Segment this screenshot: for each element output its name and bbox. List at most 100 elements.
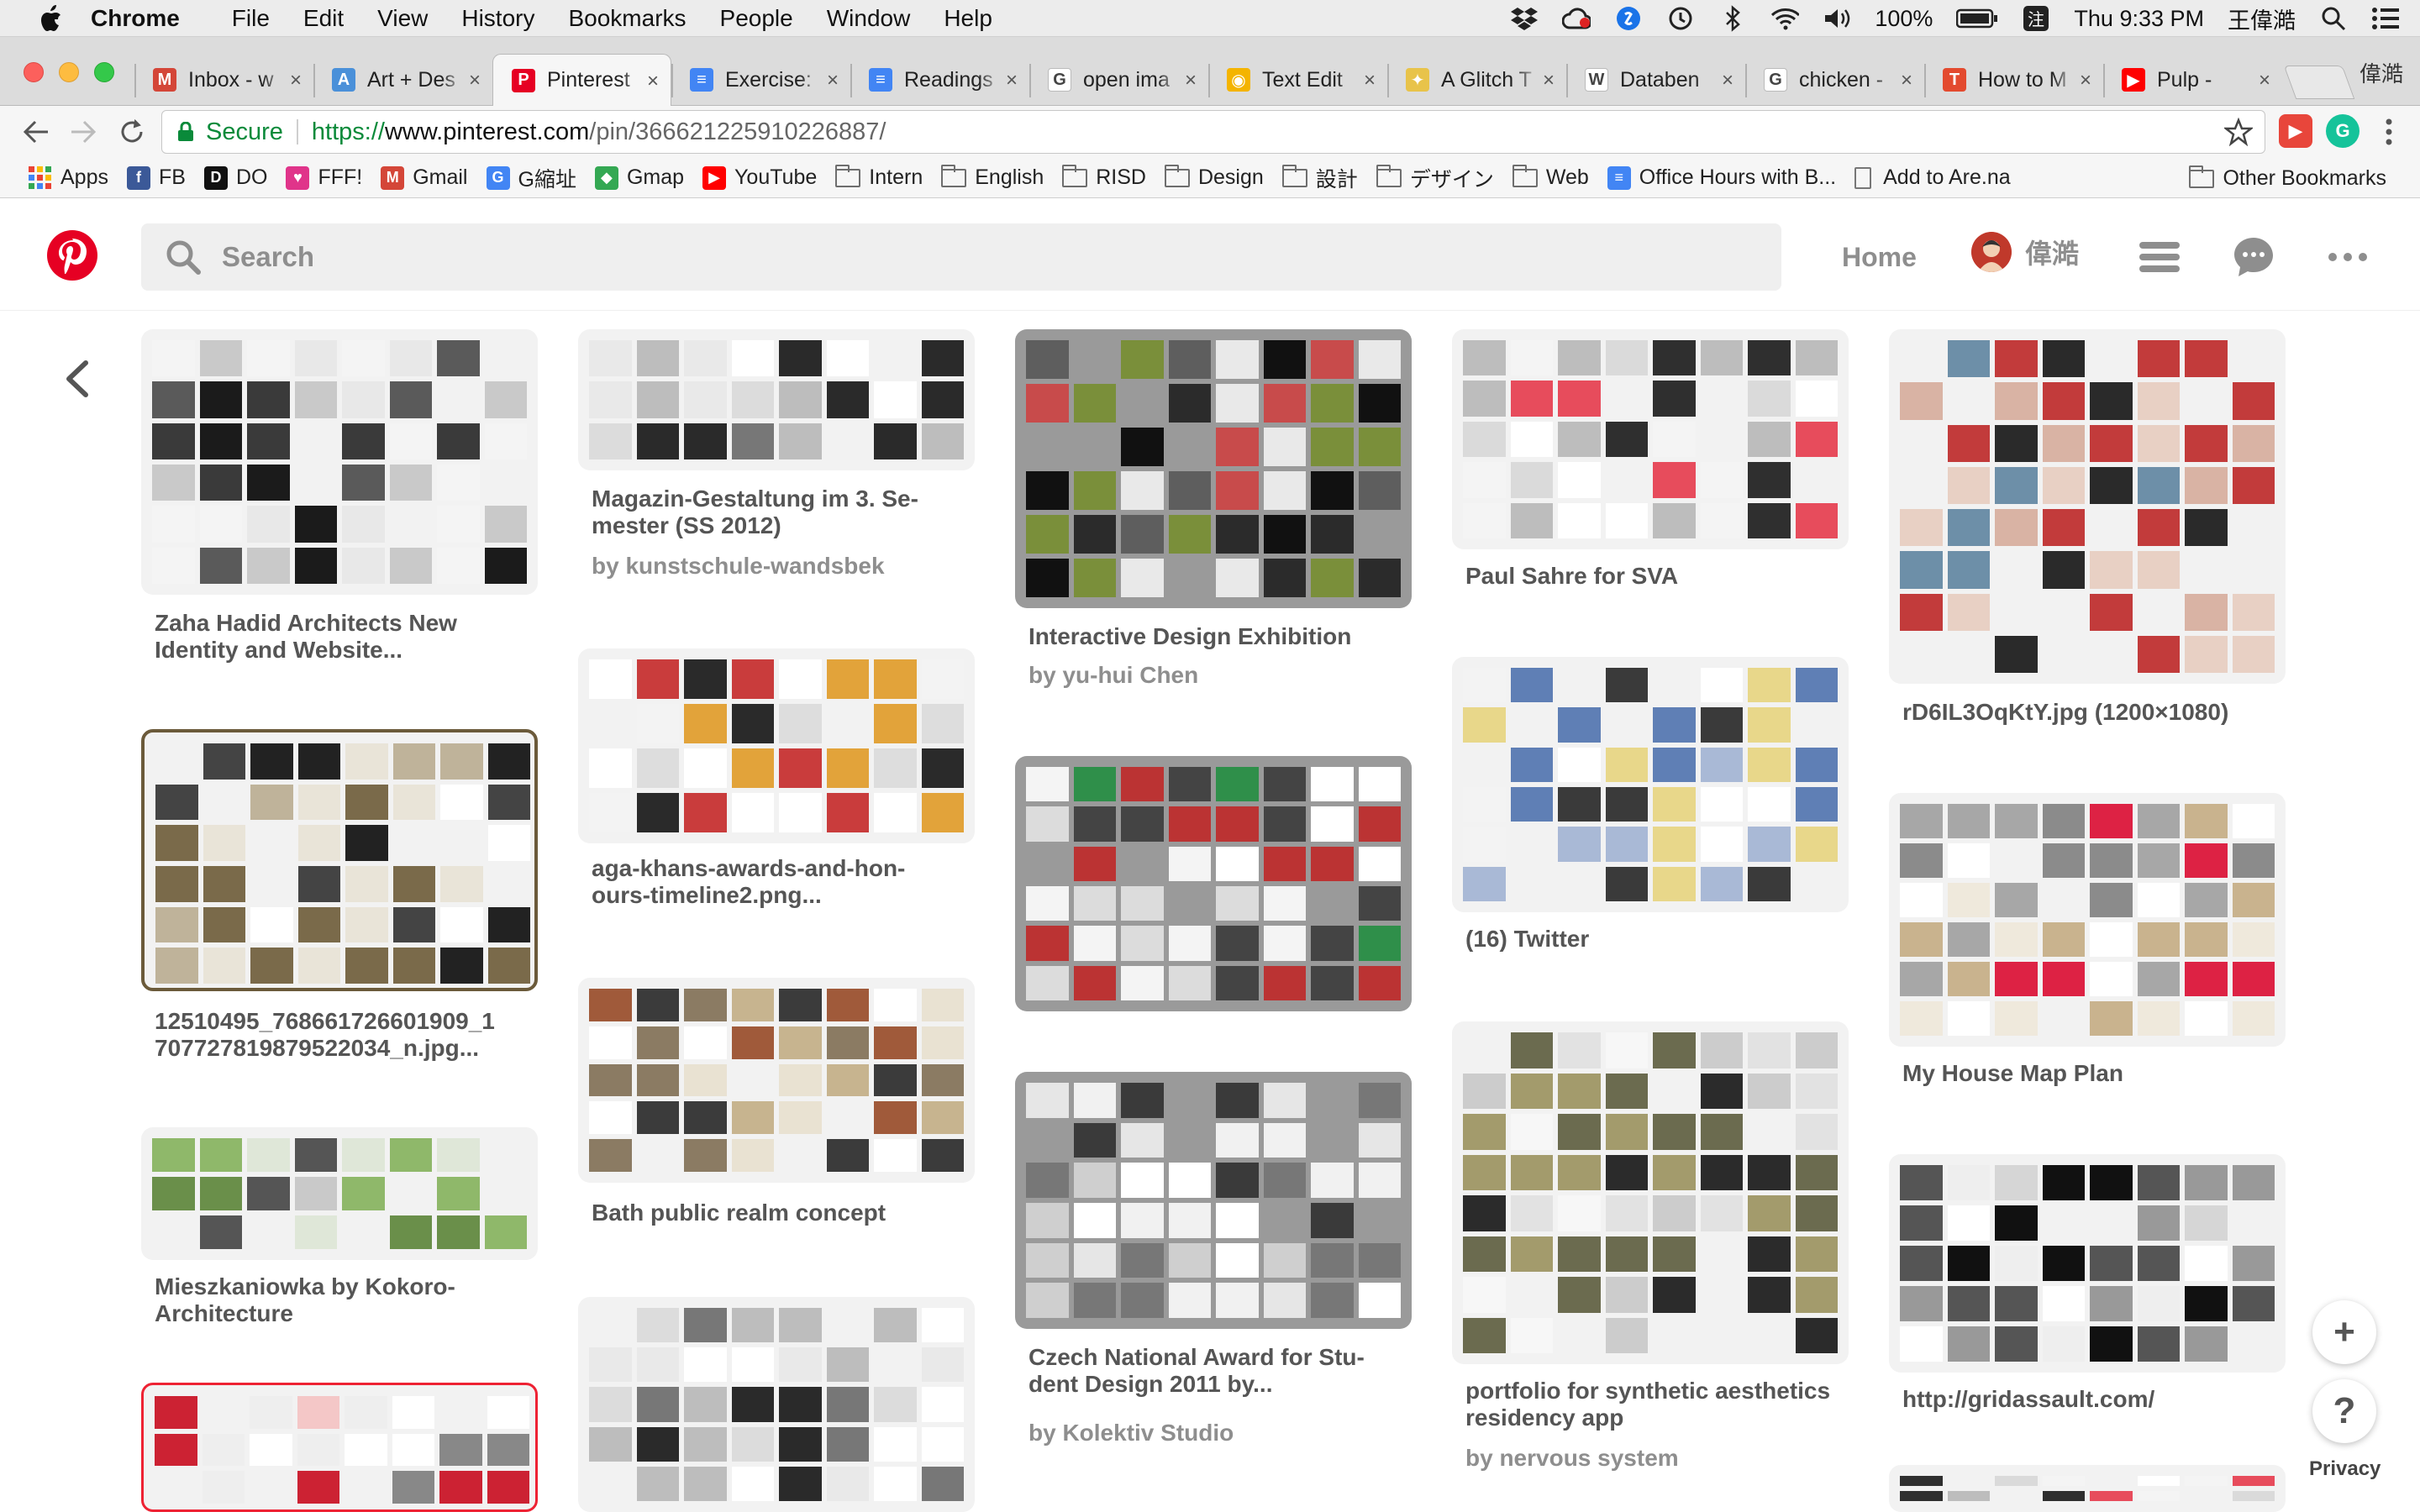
pin-title[interactable]: Mieszkaniowka by Kokoro- Architecture	[155, 1273, 455, 1327]
pin-image[interactable]	[1452, 657, 1849, 912]
battery-icon[interactable]	[1956, 4, 1998, 33]
tab-close-icon[interactable]: ×	[2080, 69, 2091, 92]
apple-menu-icon[interactable]	[35, 3, 66, 34]
chrome-menu-icon[interactable]	[2370, 113, 2408, 151]
tab-10[interactable]: T How to M ×	[1924, 54, 2103, 106]
bookmark-9[interactable]: English	[941, 164, 1044, 190]
profile-link[interactable]: 偉澔	[1971, 232, 2079, 272]
menu-window[interactable]: Window	[827, 5, 911, 32]
messages-icon[interactable]	[2232, 235, 2275, 279]
tab-close-icon[interactable]: ×	[1185, 69, 1197, 92]
tab-8[interactable]: W Databen ×	[1566, 54, 1745, 106]
pin-image[interactable]	[141, 1127, 538, 1260]
bookmark-6[interactable]: ◆ Gmap	[594, 165, 684, 190]
bookmark-7[interactable]: ▶ YouTube	[702, 165, 817, 190]
pin-image[interactable]	[1015, 329, 1412, 608]
extension-red-icon[interactable]: ▶	[2279, 114, 2312, 148]
tab-4[interactable]: ≡ Readings ×	[850, 54, 1029, 106]
bookmark-13[interactable]: デザイン	[1376, 163, 1494, 193]
pin-image[interactable]	[578, 648, 975, 843]
tab-1[interactable]: A Art + Des ×	[313, 54, 492, 106]
tab-5[interactable]: Gopen ima ×	[1029, 54, 1208, 106]
new-tab-button[interactable]	[2283, 66, 2355, 99]
tab-close-icon[interactable]: ×	[1364, 69, 1376, 92]
reload-button[interactable]	[113, 113, 151, 151]
pin-title[interactable]: 12510495_768661726601909_1 7077278198795…	[155, 1008, 495, 1062]
menubar-clock[interactable]: Thu 9:33 PM	[2074, 6, 2204, 32]
menu-people[interactable]: People	[720, 5, 793, 32]
tab-close-icon[interactable]: ×	[469, 69, 481, 92]
bookmark-8[interactable]: Intern	[835, 164, 923, 190]
pin-title[interactable]: (16) Twitter	[1465, 926, 1589, 953]
spotlight-search-icon[interactable]	[2319, 4, 2348, 33]
pin-image[interactable]	[1889, 1154, 2286, 1373]
tab-6[interactable]: ◉ Text Edit ×	[1208, 54, 1387, 106]
bookmark-11[interactable]: Design	[1164, 164, 1264, 190]
menu-file[interactable]: File	[232, 5, 270, 32]
window-zoom-button[interactable]	[94, 62, 114, 82]
add-pin-button[interactable]: +	[2312, 1300, 2376, 1364]
tab-close-icon[interactable]: ×	[1901, 69, 1912, 92]
bookmark-10[interactable]: RISD	[1062, 164, 1146, 190]
search-input[interactable]	[222, 241, 1650, 273]
help-button[interactable]: ?	[2312, 1379, 2376, 1443]
tab-close-icon[interactable]: ×	[1543, 69, 1555, 92]
window-close-button[interactable]	[24, 62, 44, 82]
pin-title[interactable]: portfolio for synthetic aesthetics resid…	[1465, 1378, 1830, 1431]
pin-title[interactable]: Magazin-Gestaltung im 3. Se- mester (SS …	[592, 486, 918, 539]
pin-image[interactable]	[141, 729, 538, 991]
bookmark-3[interactable]: ♥ FFF!	[286, 165, 362, 190]
tab-close-icon[interactable]: ×	[290, 69, 302, 92]
pin-title[interactable]: My House Map Plan	[1902, 1060, 2123, 1087]
tab-close-icon[interactable]: ×	[827, 69, 839, 92]
pin-image[interactable]	[1015, 1072, 1412, 1329]
search-bar[interactable]	[141, 223, 1781, 291]
menubar-user[interactable]: 王偉澔	[2228, 3, 2296, 35]
bookmark-15[interactable]: ≡ Office Hours with B...	[1607, 165, 1836, 190]
bookmark-1[interactable]: f FB	[126, 165, 186, 190]
notification-center-icon[interactable]	[2371, 4, 2400, 33]
pin-image[interactable]	[578, 978, 975, 1183]
shazam-icon[interactable]	[1614, 4, 1643, 33]
pin-attribution[interactable]: by nervous system	[1465, 1445, 1679, 1472]
pin-title[interactable]: aga-khans-awards-and-hon- ours-timeline2…	[592, 855, 905, 909]
pin-image[interactable]	[1452, 329, 1849, 549]
pin-image[interactable]	[1452, 1021, 1849, 1364]
pin-title[interactable]: rD6IL3OqKtY.jpg (1200×1080)	[1902, 699, 2228, 726]
pin-image[interactable]	[578, 1297, 975, 1512]
pin-image[interactable]	[141, 1383, 538, 1512]
pin-title[interactable]: Czech National Award for Stu- dent Desig…	[1028, 1344, 1365, 1398]
bookmark-12[interactable]: 設計	[1281, 163, 1358, 193]
pin-attribution[interactable]: by yu-hui Chen	[1028, 662, 1198, 689]
pinterest-logo-icon[interactable]	[47, 230, 97, 281]
wifi-icon[interactable]	[1770, 4, 1800, 33]
bookmark-14[interactable]: Web	[1512, 164, 1589, 190]
address-bar[interactable]: Secure https:// www.pinterest.com /pin/3…	[161, 110, 2265, 154]
profile-name[interactable]: 偉澔	[2360, 57, 2403, 88]
pin-title[interactable]: Zaha Hadid Architects New Identity and W…	[155, 610, 457, 664]
pin-image[interactable]	[1889, 793, 2286, 1047]
app-menu[interactable]: Chrome	[91, 5, 180, 32]
input-method-icon[interactable]: 注	[2022, 4, 2050, 33]
bluetooth-icon[interactable]	[1718, 4, 1747, 33]
forward-button[interactable]	[64, 113, 103, 151]
tab-0[interactable]: M Inbox - w ×	[134, 54, 313, 106]
home-link[interactable]: Home	[1842, 242, 1917, 273]
tab-7[interactable]: ✦ A Glitch T ×	[1387, 54, 1566, 106]
pin-image[interactable]	[141, 329, 538, 595]
menu-icon[interactable]	[2138, 235, 2181, 279]
pin-attribution[interactable]: by kunstschule-wandsbek	[592, 553, 885, 580]
tab-3[interactable]: ≡ Exercise: ×	[671, 54, 850, 106]
pin-image[interactable]	[578, 329, 975, 470]
pin-image[interactable]	[1889, 1465, 2286, 1512]
privacy-link[interactable]: Privacy	[2309, 1457, 2381, 1481]
bookmark-2[interactable]: D DO	[203, 165, 267, 190]
grammarly-icon[interactable]: G	[2326, 114, 2360, 148]
tab-close-icon[interactable]: ×	[1722, 69, 1733, 92]
pin-image[interactable]	[1889, 329, 2286, 684]
back-arrow-icon[interactable]	[60, 360, 94, 398]
bookmark-16[interactable]: Add to Are.na	[1854, 165, 2011, 190]
pin-attribution[interactable]: by Kolektiv Studio	[1028, 1420, 1234, 1446]
pin-title[interactable]: Interactive Design Exhibition	[1028, 623, 1351, 650]
pin-title[interactable]: Bath public realm concept	[592, 1200, 886, 1226]
